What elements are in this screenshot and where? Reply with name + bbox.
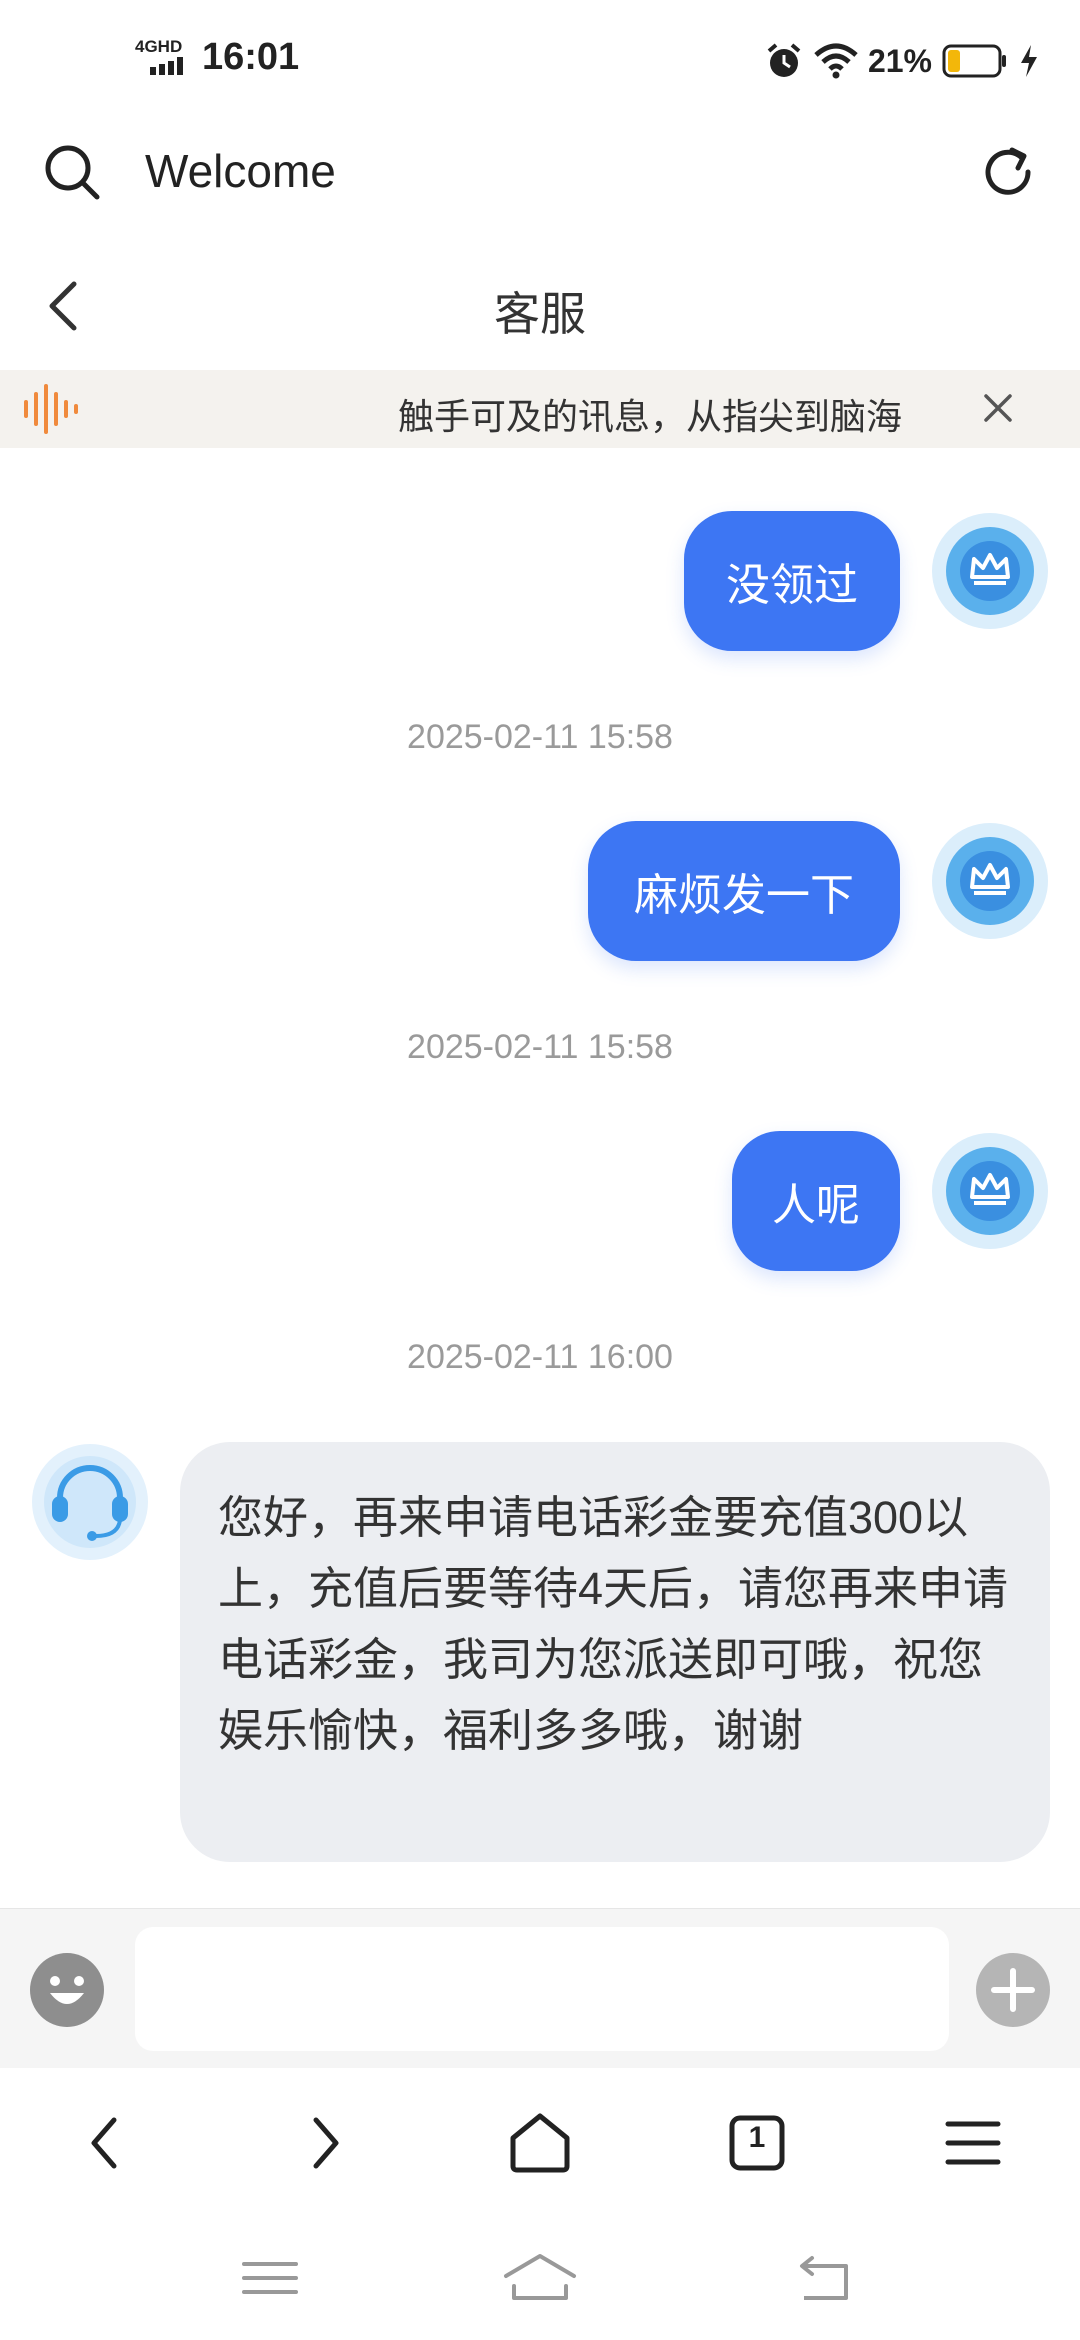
message-timestamp: 2025-02-11 15:58 — [407, 1028, 673, 1066]
system-menu-icon[interactable] — [232, 2248, 312, 2308]
page-header: 客服 — [0, 250, 1080, 360]
emoji-icon[interactable] — [28, 1951, 106, 2029]
notice-text: 触手可及的讯息，从指尖到脑海 — [398, 396, 903, 437]
charging-icon — [1021, 45, 1037, 77]
message-timestamp: 2025-02-11 16:00 — [407, 1338, 673, 1376]
browser-address-bar: Welcome — [0, 120, 1080, 230]
message-bubble-incoming[interactable]: 您好，再来申请电话彩金要充值300以上，充值后要等待4天后，请您再来申请电话彩金… — [180, 1442, 1050, 1862]
battery-icon — [942, 44, 1006, 78]
page-title: 客服 — [494, 288, 586, 340]
nav-forward-icon[interactable] — [288, 2108, 358, 2178]
status-right-group: 21% — [764, 36, 1040, 86]
message-bubble-outgoing[interactable]: 麻烦发一下 — [588, 821, 900, 961]
message-timestamp: 2025-02-11 15:58 — [407, 718, 673, 756]
close-icon[interactable] — [980, 390, 1016, 426]
notice-banner: 触手可及的讯息，从指尖到脑海 — [0, 370, 1080, 448]
message-bubble-outgoing[interactable]: 人呢 — [732, 1131, 900, 1271]
user-avatar-crown-icon[interactable] — [930, 1131, 1050, 1251]
tab-count: 1 — [748, 2121, 766, 2154]
add-attachment-icon[interactable] — [974, 1951, 1052, 2029]
system-home-icon[interactable] — [500, 2248, 580, 2308]
user-avatar-crown-icon[interactable] — [930, 511, 1050, 631]
message-input-bar — [0, 1908, 1080, 2069]
browser-bottom-nav: 1 — [0, 2068, 1080, 2218]
status-bar: 4GHD 16:01 21% — [0, 0, 1080, 120]
status-time: 16:01 — [202, 36, 300, 78]
nav-home-icon[interactable] — [505, 2108, 575, 2178]
address-text[interactable]: Welcome — [145, 144, 336, 198]
alarm-icon — [767, 43, 801, 77]
search-icon[interactable] — [42, 142, 102, 202]
sound-wave-icon — [24, 384, 78, 434]
system-nav-bar — [0, 2218, 1080, 2340]
menu-icon[interactable] — [938, 2108, 1008, 2178]
nav-back-icon[interactable] — [72, 2108, 142, 2178]
nav-tabs-button[interactable]: 1 — [722, 2108, 792, 2178]
network-type: 4GHD — [135, 37, 183, 56]
user-avatar-crown-icon[interactable] — [930, 821, 1050, 941]
wifi-icon — [814, 43, 858, 79]
agent-avatar-headset-icon[interactable] — [30, 1442, 150, 1562]
battery-percent: 21% — [867, 42, 932, 79]
message-bubble-outgoing[interactable]: 没领过 — [684, 511, 900, 651]
refresh-icon[interactable] — [978, 142, 1038, 202]
signal-icon — [150, 57, 183, 75]
system-back-icon[interactable] — [784, 2248, 864, 2308]
message-input[interactable] — [135, 1927, 949, 2051]
